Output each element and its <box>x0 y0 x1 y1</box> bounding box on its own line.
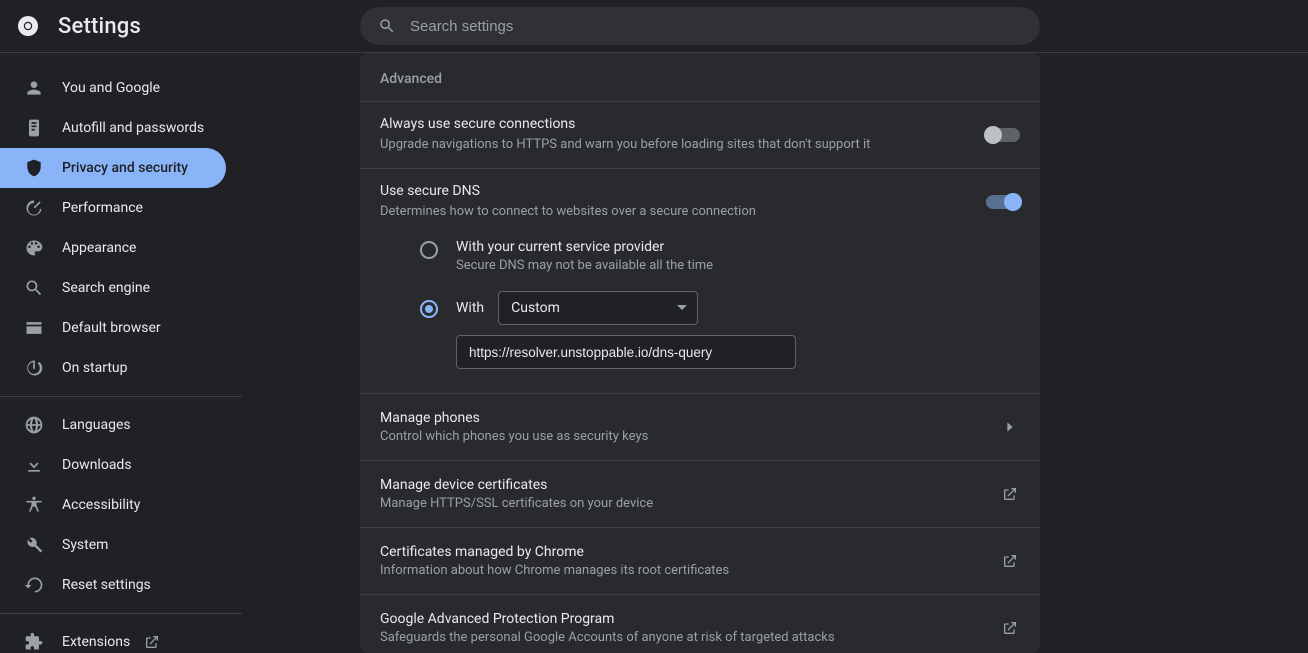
row-secure-dns: Use secure DNS Determines how to connect… <box>360 168 1040 235</box>
security-advanced-card: Advanced Always use secure connections U… <box>360 53 1040 653</box>
sidebar-item-label: Default browser <box>62 320 161 336</box>
sidebar-item-label: Downloads <box>62 457 132 473</box>
sidebar-item-accessibility[interactable]: Accessibility <box>0 485 226 525</box>
sidebar-item-label: On startup <box>62 360 128 376</box>
sidebar-item-label: System <box>62 537 108 553</box>
open-in-new-icon <box>1000 618 1020 638</box>
search-input[interactable] <box>410 18 1022 35</box>
sidebar-item-label: Reset settings <box>62 577 151 593</box>
restore-icon <box>24 575 44 595</box>
sidebar-item-label: Appearance <box>62 240 136 256</box>
dns-provider-value: Custom <box>511 300 560 316</box>
link-row-sub: Information about how Chrome manages its… <box>380 563 1000 578</box>
dns-option-current-title: With your current service provider <box>456 239 713 255</box>
section-title-advanced: Advanced <box>360 53 1040 101</box>
link-row-sub: Safeguards the personal Google Accounts … <box>380 630 1000 645</box>
sidebar-item-on-startup[interactable]: On startup <box>0 348 226 388</box>
chevron-right-icon <box>1000 417 1020 437</box>
dns-provider-dropdown[interactable]: Custom <box>498 291 698 325</box>
open-in-new-icon <box>1000 484 1020 504</box>
wrench-icon <box>24 535 44 555</box>
sidebar-item-reset[interactable]: Reset settings <box>0 565 226 605</box>
sidebar-item-label: Autofill and passwords <box>62 120 204 136</box>
sidebar-item-downloads[interactable]: Downloads <box>0 445 226 485</box>
sidebar-item-label: Privacy and security <box>62 160 188 176</box>
search-settings[interactable] <box>360 7 1040 45</box>
dns-option-current-provider[interactable]: With your current service provider Secur… <box>420 239 1020 273</box>
chrome-logo-icon <box>16 14 40 38</box>
sidebar-item-system[interactable]: System <box>0 525 226 565</box>
link-row-gap[interactable]: Google Advanced Protection Program Safegu… <box>360 594 1040 653</box>
sidebar-item-label: Performance <box>62 200 143 216</box>
secure-connections-title: Always use secure connections <box>380 116 966 132</box>
browser-icon <box>24 318 44 338</box>
link-row-title: Manage phones <box>380 410 1000 426</box>
sidebar-item-privacy[interactable]: Privacy and security <box>0 148 226 188</box>
link-row-manage-phones[interactable]: Manage phones Control which phones you us… <box>360 393 1040 460</box>
clipboard-icon <box>24 118 44 138</box>
row-secure-connections: Always use secure connections Upgrade na… <box>360 101 1040 168</box>
app-header: Settings <box>0 0 1308 53</box>
link-row-manage-certs[interactable]: Manage device certificates Manage HTTPS/S… <box>360 460 1040 527</box>
accessibility-icon <box>24 495 44 515</box>
sidebar-item-extensions[interactable]: Extensions <box>0 622 226 653</box>
sidebar-item-label: You and Google <box>62 80 160 96</box>
extension-icon <box>24 632 44 652</box>
sidebar-item-appearance[interactable]: Appearance <box>0 228 226 268</box>
link-row-chrome-certs[interactable]: Certificates managed by Chrome Informatio… <box>360 527 1040 594</box>
settings-main: Advanced Always use secure connections U… <box>242 53 1308 653</box>
radio-icon[interactable] <box>420 300 438 318</box>
secure-dns-options: With your current service provider Secur… <box>360 235 1040 393</box>
palette-icon <box>24 238 44 258</box>
sidebar-item-search-engine[interactable]: Search engine <box>0 268 226 308</box>
link-row-title: Manage device certificates <box>380 477 1000 493</box>
link-row-title: Google Advanced Protection Program <box>380 611 1000 627</box>
search-icon <box>24 278 44 298</box>
link-row-title: Certificates managed by Chrome <box>380 544 1000 560</box>
secure-dns-toggle[interactable] <box>986 195 1020 209</box>
open-in-new-icon <box>1000 551 1020 571</box>
search-icon <box>378 17 396 35</box>
speed-icon <box>24 198 44 218</box>
sidebar-item-label: Languages <box>62 417 131 433</box>
sidebar-item-default-browser[interactable]: Default browser <box>0 308 226 348</box>
open-in-new-icon <box>144 634 160 650</box>
person-icon <box>24 78 44 98</box>
dns-option-with-label: With <box>456 300 484 316</box>
dns-option-current-sub: Secure DNS may not be available all the … <box>456 258 713 273</box>
dns-option-with[interactable]: With Custom <box>420 291 1020 325</box>
secure-dns-title: Use secure DNS <box>380 183 966 199</box>
link-row-sub: Manage HTTPS/SSL certificates on your de… <box>380 496 1000 511</box>
radio-icon[interactable] <box>420 241 438 259</box>
secure-dns-sub: Determines how to connect to websites ov… <box>380 203 966 221</box>
globe-icon <box>24 415 44 435</box>
settings-sidebar: You and Google Autofill and passwords Priv… <box>0 53 242 653</box>
secure-connections-sub: Upgrade navigations to HTTPS and warn yo… <box>380 136 966 154</box>
power-icon <box>24 358 44 378</box>
link-row-sub: Control which phones you use as security… <box>380 429 1000 444</box>
page-title: Settings <box>58 14 141 39</box>
sidebar-item-autofill[interactable]: Autofill and passwords <box>0 108 226 148</box>
sidebar-item-languages[interactable]: Languages <box>0 405 226 445</box>
chevron-down-icon <box>677 303 687 313</box>
download-icon <box>24 455 44 475</box>
sidebar-item-performance[interactable]: Performance <box>0 188 226 228</box>
sidebar-item-label: Extensions <box>62 634 130 650</box>
secure-connections-toggle[interactable] <box>986 128 1020 142</box>
dns-custom-url-input[interactable] <box>456 335 796 369</box>
sidebar-item-label: Search engine <box>62 280 150 296</box>
shield-icon <box>24 158 44 178</box>
sidebar-item-label: Accessibility <box>62 497 140 513</box>
sidebar-item-you-and-google[interactable]: You and Google <box>0 68 226 108</box>
